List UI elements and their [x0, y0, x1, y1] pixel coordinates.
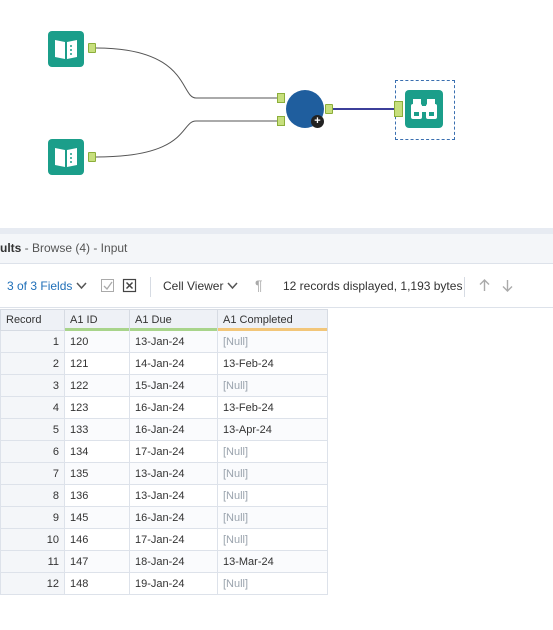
browse-tool[interactable] — [405, 90, 443, 128]
table-cell[interactable]: [Null] — [217, 528, 328, 551]
results-header: ults - Browse (4) - Input — [0, 234, 553, 264]
table-cell[interactable]: [Null] — [217, 572, 328, 595]
table-cell[interactable]: 122 — [64, 374, 130, 397]
record-number-cell[interactable]: 8 — [0, 484, 65, 507]
record-number-cell[interactable]: 11 — [0, 550, 65, 573]
table-row[interactable]: 9 145 16-Jan-24 [Null] — [0, 506, 328, 529]
table-cell[interactable]: 134 — [64, 440, 130, 463]
table-cell[interactable]: 13-Feb-24 — [217, 396, 328, 419]
workflow-canvas[interactable]: + — [0, 0, 553, 228]
fields-dropdown[interactable]: 3 of 3 Fields — [7, 279, 72, 293]
table-cell[interactable]: 16-Jan-24 — [129, 506, 218, 529]
table-row[interactable]: 6 134 17-Jan-24 [Null] — [0, 440, 328, 463]
table-cell[interactable]: [Null] — [217, 462, 328, 485]
results-grid[interactable]: Record A1 ID A1 Due A1 Completed 1 120 13-… — [0, 309, 328, 595]
table-row[interactable]: 8 136 13-Jan-24 [Null] — [0, 484, 328, 507]
table-row[interactable]: 7 135 13-Jan-24 [Null] — [0, 462, 328, 485]
table-cell[interactable]: 120 — [64, 330, 130, 353]
toolbar-separator — [150, 277, 151, 297]
table-cell[interactable]: 13-Jan-24 — [129, 484, 218, 507]
table-cell[interactable]: 16-Jan-24 — [129, 418, 218, 441]
table-cell[interactable]: 15-Jan-24 — [129, 374, 218, 397]
table-row[interactable]: 2 121 14-Jan-24 13-Feb-24 — [0, 352, 328, 375]
table-cell[interactable]: 121 — [64, 352, 130, 375]
table-row[interactable]: 1 120 13-Jan-24 [Null] — [0, 330, 328, 353]
record-number-cell[interactable]: 3 — [0, 374, 65, 397]
table-cell[interactable]: 19-Jan-24 — [129, 572, 218, 595]
table-cell[interactable]: [Null] — [217, 484, 328, 507]
column-header-a1-id[interactable]: A1 ID — [64, 309, 130, 331]
record-number-cell[interactable]: 9 — [0, 506, 65, 529]
add-icon[interactable]: + — [311, 115, 324, 128]
record-number-cell[interactable]: 6 — [0, 440, 65, 463]
table-row[interactable]: 3 122 15-Jan-24 [Null] — [0, 374, 328, 397]
input-1-output-anchor[interactable] — [88, 43, 96, 53]
table-row[interactable]: 5 133 16-Jan-24 13-Apr-24 — [0, 418, 328, 441]
table-cell[interactable]: 145 — [64, 506, 130, 529]
book-icon — [55, 148, 77, 167]
table-cell[interactable]: 13-Jan-24 — [129, 330, 218, 353]
header-row: Record A1 ID A1 Due A1 Completed — [0, 309, 328, 331]
records-status: 12 records displayed, 1,193 bytes — [283, 279, 463, 293]
column-header-a1-due[interactable]: A1 Due — [129, 309, 218, 331]
join-output-anchor[interactable] — [325, 104, 333, 114]
record-number-cell[interactable]: 2 — [0, 352, 65, 375]
table-row[interactable]: 4 123 16-Jan-24 13-Feb-24 — [0, 396, 328, 419]
deselect-icon[interactable] — [122, 278, 137, 293]
results-toolbar: 3 of 3 Fields Cell Viewer ¶ 12 records d… — [0, 266, 553, 308]
results-title: ults - Browse (4) - Input — [0, 241, 128, 255]
record-number-cell[interactable]: 7 — [0, 462, 65, 485]
chevron-down-icon[interactable] — [74, 278, 89, 293]
table-cell[interactable]: 135 — [64, 462, 130, 485]
table-cell[interactable]: [Null] — [217, 330, 328, 353]
table-row[interactable]: 11 147 18-Jan-24 13-Mar-24 — [0, 550, 328, 573]
table-cell[interactable]: 13-Feb-24 — [217, 352, 328, 375]
arrow-down-icon[interactable] — [500, 278, 515, 293]
cell-viewer-dropdown[interactable]: Cell Viewer — [163, 279, 223, 293]
table-cell[interactable]: [Null] — [217, 440, 328, 463]
chevron-down-icon[interactable] — [225, 278, 240, 293]
input-2-output-anchor[interactable] — [88, 152, 96, 162]
table-cell[interactable]: 14-Jan-24 — [129, 352, 218, 375]
checkbox-icon[interactable] — [100, 278, 115, 293]
table-cell[interactable]: [Null] — [217, 506, 328, 529]
results-table: Record A1 ID A1 Due A1 Completed 1 120 13-… — [0, 309, 328, 595]
record-number-cell[interactable]: 5 — [0, 418, 65, 441]
column-header-a1-completed[interactable]: A1 Completed — [217, 309, 328, 331]
table-cell[interactable]: 146 — [64, 528, 130, 551]
table-cell[interactable]: [Null] — [217, 374, 328, 397]
table-cell[interactable]: 136 — [64, 484, 130, 507]
record-number-cell[interactable]: 10 — [0, 528, 65, 551]
toolbar-separator — [464, 277, 465, 297]
table-row[interactable]: 12 148 19-Jan-24 [Null] — [0, 572, 328, 595]
input-tool-2[interactable] — [48, 139, 84, 175]
record-number-cell[interactable]: 4 — [0, 396, 65, 419]
pilcrow-icon[interactable]: ¶ — [255, 278, 263, 292]
join-left-input-anchor[interactable] — [277, 93, 285, 103]
table-cell[interactable]: 123 — [64, 396, 130, 419]
record-number-cell[interactable]: 12 — [0, 572, 65, 595]
table-cell[interactable]: 13-Mar-24 — [217, 550, 328, 573]
table-cell[interactable]: 148 — [64, 572, 130, 595]
browse-input-anchor[interactable] — [394, 101, 403, 117]
table-cell[interactable]: 18-Jan-24 — [129, 550, 218, 573]
table-cell[interactable]: 147 — [64, 550, 130, 573]
arrow-up-icon[interactable] — [477, 278, 492, 293]
table-cell[interactable]: 17-Jan-24 — [129, 440, 218, 463]
table-cell[interactable]: 13-Jan-24 — [129, 462, 218, 485]
join-right-input-anchor[interactable] — [277, 116, 285, 126]
record-number-cell[interactable]: 1 — [0, 330, 65, 353]
table-cell[interactable]: 17-Jan-24 — [129, 528, 218, 551]
table-row[interactable]: 10 146 17-Jan-24 [Null] — [0, 528, 328, 551]
binoculars-icon — [411, 99, 437, 119]
table-cell[interactable]: 13-Apr-24 — [217, 418, 328, 441]
table-cell[interactable]: 16-Jan-24 — [129, 396, 218, 419]
book-icon — [55, 40, 77, 59]
column-header-record[interactable]: Record — [0, 309, 65, 331]
table-cell[interactable]: 133 — [64, 418, 130, 441]
input-tool-1[interactable] — [48, 31, 84, 67]
